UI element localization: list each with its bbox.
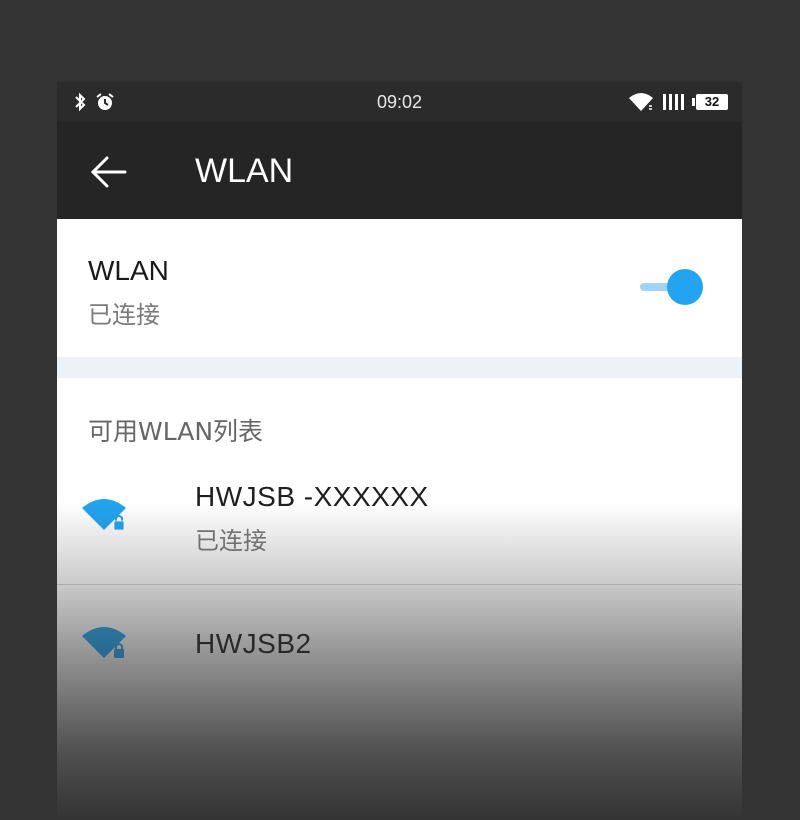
switch-thumb — [667, 269, 703, 305]
network-name: HWJSB2 — [195, 628, 312, 659]
wlan-toggle-title: WLAN — [88, 255, 169, 286]
signal-icon — [663, 94, 684, 110]
network-name: HWJSB -XXXXXX — [195, 481, 429, 512]
section-divider — [57, 357, 742, 378]
wifi-icon — [629, 93, 653, 111]
app-bar: WLAN — [57, 122, 742, 219]
wlan-switch[interactable] — [640, 267, 706, 307]
battery-icon: 32 — [692, 94, 728, 110]
wifi-locked-icon — [82, 627, 126, 658]
network-item[interactable]: HWJSB2 — [57, 584, 742, 702]
phone-screen: 09:02 32 WLAN WLAN 已连接 可用WLAN列表 HWJSB -X… — [57, 82, 742, 820]
wifi-locked-icon — [82, 499, 126, 531]
status-bar: 09:02 32 — [57, 82, 742, 122]
network-item[interactable]: HWJSB -XXXXXX 已连接 — [57, 466, 742, 584]
page-title: WLAN — [195, 152, 294, 190]
wlan-toggle-status: 已连接 — [88, 301, 160, 329]
available-networks-header: 可用WLAN列表 — [88, 417, 264, 446]
arrow-left-icon[interactable] — [89, 152, 129, 192]
network-status: 已连接 — [195, 527, 267, 555]
wlan-toggle-row[interactable]: WLAN 已连接 — [57, 219, 742, 357]
status-right-icons: 32 — [628, 92, 728, 112]
